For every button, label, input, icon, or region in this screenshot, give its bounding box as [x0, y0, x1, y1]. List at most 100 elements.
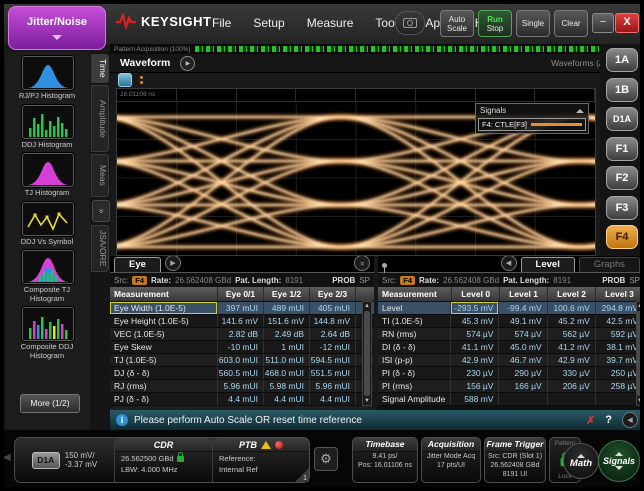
table-row[interactable]: Eye Skew-10 mUI1 mUI-12 mUI	[110, 341, 374, 354]
previous-message-button[interactable]: ◀	[622, 412, 638, 428]
play-icon[interactable]: ▶	[180, 56, 195, 71]
sidebar-item-rjpj-histogram[interactable]: RJ/PJ Histogram	[6, 56, 90, 101]
table-row[interactable]: PI (rms)156 µV166 µV206 µV258 µV	[378, 380, 644, 393]
channel-section[interactable]: D1A 150 mV/ -3.37 mV	[15, 438, 115, 482]
info-icon: i	[116, 414, 128, 426]
channel-button-f2[interactable]: F2	[606, 166, 638, 190]
sidebar-item-ddj-histogram[interactable]: DDJ Histogram	[6, 105, 90, 150]
cdr-section[interactable]: CDR 26.562500 GBd LBW: 4.000 MHz	[115, 438, 213, 482]
timebase-position: Pos: 16.01106 ns	[353, 461, 417, 470]
tab-graphs[interactable]: Graphs	[579, 257, 640, 272]
acquisition-panel[interactable]: Acquisition Jitter Mode Acq 17 pts/UI	[421, 437, 481, 483]
table-row[interactable]: TI (1.0E-5)45.3 mV49.1 mV45.2 mV42.5 mV	[378, 315, 644, 328]
channel-button-column: 1A 1B D1A F1 F2 F3 F4	[600, 44, 644, 256]
table-row[interactable]: ISI (p-p)42.9 mV46.7 mV42.9 mV39.7 mV	[378, 354, 644, 367]
sidebar-item-composite-tj-histogram[interactable]: Composite TJ Histogram	[6, 250, 90, 303]
close-button[interactable]: X	[615, 13, 639, 33]
channel-button-f4[interactable]: F4	[606, 225, 638, 249]
signal-entry-f4[interactable]: F4: CTLE[F3]	[478, 118, 586, 131]
measurement-label: TI (1.0E-5)	[378, 315, 451, 327]
table-row[interactable]: RN (rms)574 µV574 µV562 µV592 µV	[378, 328, 644, 341]
measurement-label: Eye Skew	[110, 341, 218, 353]
screenshot-button[interactable]	[395, 11, 425, 35]
sidebar-item-composite-ddj-histogram[interactable]: Composite DDJ Histogram	[6, 307, 90, 360]
dismiss-message-button[interactable]: ✗	[586, 414, 595, 427]
sidebar-item-ddj-vs-symbol[interactable]: DDJ Vs Symbol	[6, 202, 90, 247]
measurement-value: 562 µV	[548, 328, 596, 340]
measurement-value: -10 mUI	[218, 341, 264, 353]
play-icon[interactable]: ▶	[165, 256, 181, 271]
table-row[interactable]: Level-293.5 mV-99.4 mV100.6 mV294.8 mV	[378, 302, 644, 315]
frame-trigger-panel[interactable]: Frame Trigger Src: CDR (Slot 1) 26.56240…	[484, 437, 546, 483]
channel-button-1b[interactable]: 1B	[606, 78, 638, 102]
single-button[interactable]: Single	[516, 10, 550, 37]
minimize-button[interactable]: –	[592, 13, 614, 33]
table-row[interactable]: Eye Width (1.0E-5)397 mUI489 mUI405 mUI	[110, 302, 374, 315]
eye-diagram-display[interactable]: 16.01106 ns Signals F4: CTLE[F3]	[116, 88, 596, 256]
run-stop-button[interactable]: Run Stop	[478, 10, 512, 37]
channel-button-f1[interactable]: F1	[606, 137, 638, 161]
scroll-left-icon[interactable]: ◀	[3, 452, 11, 463]
collapse-panel-icon[interactable]	[576, 109, 584, 113]
measurement-value: 290 µV	[499, 367, 547, 379]
handle-dots-icon[interactable]	[140, 76, 143, 84]
info-message: Please perform Auto Scale OR reset time …	[134, 415, 362, 426]
channel-button-d1a[interactable]: D1A	[606, 107, 638, 131]
source-badge[interactable]: F4	[132, 276, 147, 285]
jitter-noise-mode-button[interactable]: Jitter/Noise	[8, 6, 106, 50]
more-button[interactable]: More (1/2)	[20, 394, 80, 413]
measurement-value	[548, 393, 596, 405]
table-row[interactable]: Eye Height (1.0E-5)141.6 mV151.6 mV144.8…	[110, 315, 374, 328]
channel-chip[interactable]: D1A	[32, 452, 60, 469]
tab-eye[interactable]: Eye	[114, 257, 161, 272]
timebase-panel[interactable]: Timebase 9.41 ps/ Pos: 16.01106 ns	[352, 437, 418, 483]
measurement-label: Signal Amplitude	[378, 393, 451, 405]
settings-gear-button[interactable]: ⚙	[314, 447, 338, 471]
marker-tool-icon[interactable]	[118, 73, 132, 87]
tab-time[interactable]: Time	[91, 54, 109, 83]
level-pane-tabs: ◀ Level Graphs	[378, 256, 644, 273]
previous-tab-button[interactable]: ◀	[501, 256, 517, 271]
tab-meas[interactable]: Meas	[91, 154, 109, 197]
table-row[interactable]: DI (δ - δ)41.1 mV45.0 mV41.2 mV38.1 mV	[378, 341, 644, 354]
table-row[interactable]: DJ (δ - δ)560.5 mUI468.0 mUI551.5 mUI	[110, 367, 374, 380]
menu-measure[interactable]: Measure	[307, 16, 354, 30]
table-row[interactable]: VEC (1.0E-5)2.82 dB2.49 dB2.64 dB	[110, 328, 374, 341]
signals-button[interactable]: Signals	[598, 440, 640, 482]
clear-button[interactable]: Clear	[554, 10, 588, 37]
collapse-icon: «	[96, 209, 106, 214]
measurement-value: 151.6 mV	[264, 315, 310, 327]
menu-setup[interactable]: Setup	[253, 16, 284, 30]
eye-table-header: Measurement Eye 0/1 Eye 1/2 Eye 2/3	[110, 287, 374, 302]
table-row[interactable]: TJ (1.0E-5)603.0 mUI511.0 mUI594.5 mUI	[110, 354, 374, 367]
menu-file[interactable]: File	[212, 16, 231, 30]
help-button[interactable]: ?	[605, 414, 612, 426]
tab-amplitude[interactable]: Amplitude	[91, 85, 109, 153]
channel-button-1a[interactable]: 1A	[606, 48, 638, 72]
measurement-label: Level	[378, 302, 451, 314]
sidebar-item-label: Composite TJ Histogram	[6, 286, 88, 303]
auto-scale-button[interactable]: Auto Scale	[440, 10, 474, 37]
table-row[interactable]: PJ (δ - δ)4.4 mUI4.4 mUI4.4 mUI	[110, 393, 374, 406]
eye-table-scrollbar[interactable]: ▲▼	[362, 301, 372, 406]
stop-label: Stop	[479, 24, 511, 33]
table-row[interactable]: Signal Amplitude588 mV	[378, 393, 644, 406]
source-badge[interactable]: F4	[400, 276, 415, 285]
tab-jsa-ore[interactable]: JSA/ORE	[91, 225, 109, 271]
measurement-value: 156 µV	[451, 380, 499, 392]
measurement-value: 594.5 mUI	[310, 354, 356, 366]
channel-status-panel[interactable]: D1A 150 mV/ -3.37 mV CDR 26.562500 GBd L…	[14, 437, 310, 483]
table-row[interactable]: RJ (rms)5.96 mUI5.98 mUI5.96 mUI	[110, 380, 374, 393]
table-row[interactable]: PI (δ - δ)230 µV290 µV330 µV250 µV	[378, 367, 644, 380]
signals-label: Signals	[603, 456, 635, 466]
pin-icon[interactable]	[382, 263, 387, 268]
channel-button-f3[interactable]: F3	[606, 196, 638, 220]
math-button[interactable]: Math	[563, 443, 599, 479]
signals-overlay-panel[interactable]: Signals F4: CTLE[F3]	[475, 103, 589, 134]
collapse-pane-button[interactable]: «	[354, 256, 370, 271]
tab-waveform[interactable]: Waveform	[110, 57, 180, 69]
sidebar-item-tj-histogram[interactable]: TJ Histogram	[6, 153, 90, 198]
tab-level[interactable]: Level	[521, 257, 575, 272]
collapse-sidebar-button[interactable]: «	[92, 200, 110, 222]
measurement-value: 330 µV	[548, 367, 596, 379]
